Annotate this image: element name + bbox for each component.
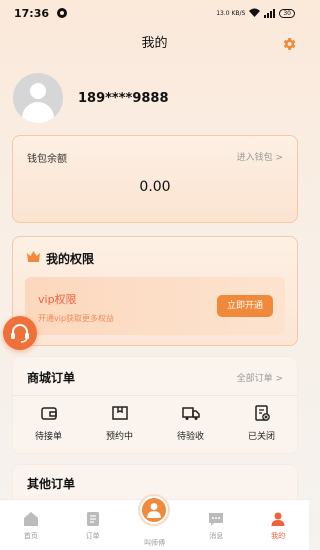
enter-wallet-link[interactable]: 进入钱包 > xyxy=(237,150,283,163)
order-status-pending[interactable]: 待接单 xyxy=(13,404,84,442)
order-status-inspection[interactable]: 待验收 xyxy=(155,404,226,442)
vip-subtitle: 开通vip获取更多权益 xyxy=(38,314,115,323)
avatar[interactable] xyxy=(13,73,63,123)
vip-banner[interactable]: vip权限 开通vip获取更多权益 立即开通 xyxy=(25,277,285,335)
tab-label: 订单 xyxy=(85,532,100,540)
wifi-icon xyxy=(249,8,261,19)
wallet-card[interactable]: 钱包余额 进入钱包 > 0.00 xyxy=(12,135,298,223)
status-right: 13.0 KB/S 30 xyxy=(216,8,295,19)
status-time: 17:36 xyxy=(14,6,50,20)
mall-orders-card: 商城订单 全部订单 > 待接单 预约中 待验收 已关闭 xyxy=(12,356,298,454)
tab-orders[interactable]: 订单 xyxy=(62,500,124,550)
wallet-icon xyxy=(40,407,57,420)
tab-profile[interactable]: 我的 xyxy=(247,500,309,550)
closed-doc-icon xyxy=(254,405,270,421)
network-speed: 13.0 KB/S xyxy=(216,9,246,17)
customer-service-button[interactable] xyxy=(3,316,37,350)
activate-vip-button[interactable]: 立即开通 xyxy=(217,295,273,317)
order-icon xyxy=(86,512,99,526)
page-title: 我的 xyxy=(141,36,168,51)
order-item-label: 预约中 xyxy=(105,432,133,442)
wallet-label: 钱包余额 xyxy=(27,154,67,165)
divider xyxy=(13,395,297,396)
tab-messages[interactable]: 消息 xyxy=(185,500,247,550)
order-item-label: 待接单 xyxy=(34,432,62,442)
order-item-label: 待验收 xyxy=(176,432,204,442)
bottom-tab-bar: 首页 订单 叫师傅 消息 我的 xyxy=(0,494,309,550)
truck-icon xyxy=(181,407,200,420)
app-notification-icon xyxy=(57,8,68,18)
rights-title: 我的权限 xyxy=(46,252,95,266)
signal-icon xyxy=(264,8,276,18)
order-status-closed[interactable]: 已关闭 xyxy=(226,404,297,442)
all-orders-link[interactable]: 全部订单 > xyxy=(237,371,283,384)
rights-card: 我的权限 vip权限 开通vip获取更多权益 立即开通 xyxy=(12,236,298,346)
order-status-booked[interactable]: 预约中 xyxy=(84,404,155,442)
mall-orders-title: 商城订单 xyxy=(27,371,76,385)
status-bar: 17:36 13.0 KB/S 30 xyxy=(0,0,309,26)
tab-label: 叫师傅 xyxy=(143,539,165,547)
tab-call-worker[interactable]: 叫师傅 xyxy=(124,494,186,550)
crown-icon xyxy=(27,251,40,262)
wallet-balance: 0.00 xyxy=(139,179,171,195)
tab-label: 首页 xyxy=(23,532,38,540)
box-icon xyxy=(111,406,128,420)
profile-icon xyxy=(271,512,285,526)
battery-indicator: 30 xyxy=(279,8,295,18)
home-icon xyxy=(23,512,38,526)
tab-label: 我的 xyxy=(271,532,286,540)
order-item-label: 已关闭 xyxy=(247,432,275,442)
vip-title: vip权限 xyxy=(38,293,77,306)
page-header: 我的 xyxy=(0,32,309,56)
user-phone: 189****9888 xyxy=(78,90,169,106)
tab-label: 消息 xyxy=(209,532,224,540)
gear-icon[interactable] xyxy=(281,36,297,52)
other-orders-title: 其他订单 xyxy=(27,477,76,491)
message-icon xyxy=(209,513,224,526)
call-worker-button[interactable] xyxy=(138,494,171,526)
profile-section[interactable]: 189****9888 xyxy=(13,73,169,123)
tab-home[interactable]: 首页 xyxy=(0,500,62,550)
worker-icon xyxy=(147,503,162,518)
headset-icon xyxy=(11,324,29,343)
